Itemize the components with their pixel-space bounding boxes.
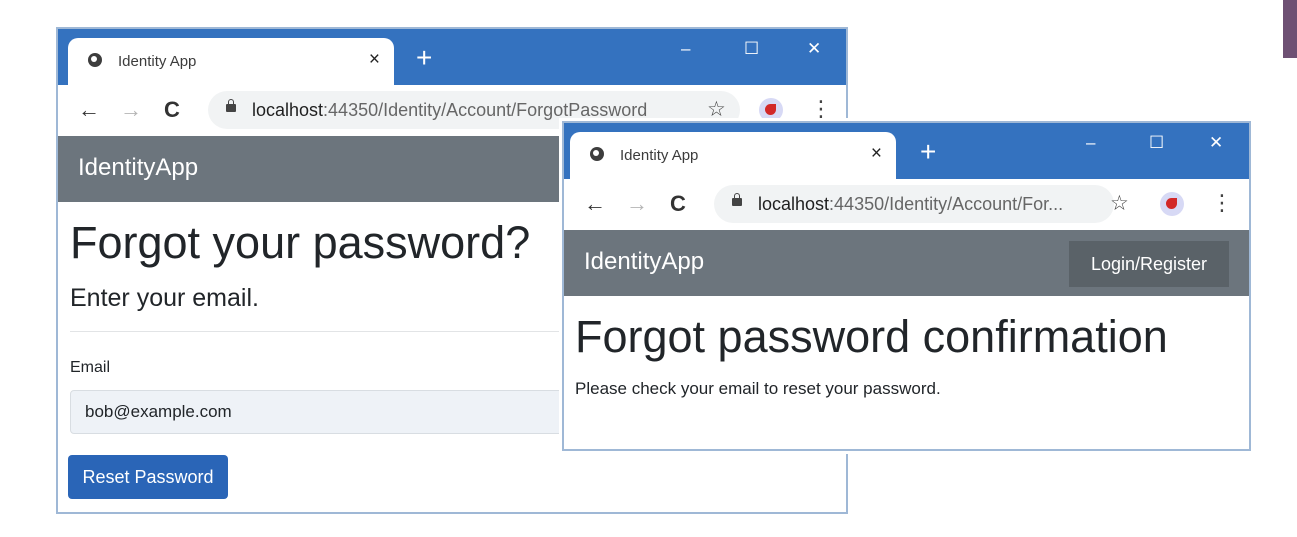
tab-title: Identity App <box>620 147 699 164</box>
maximize-button[interactable]: ☐ <box>1149 133 1164 153</box>
new-tab-button[interactable]: + <box>416 43 432 73</box>
tab-close-icon[interactable]: × <box>871 142 882 166</box>
browser-tab[interactable]: Identity App × <box>570 132 896 179</box>
forward-arrow-icon[interactable]: → <box>120 97 142 123</box>
browser-menu-icon[interactable]: ⋮ <box>1211 190 1233 216</box>
bookmark-star-icon[interactable]: ☆ <box>707 97 726 123</box>
profile-avatar-icon[interactable] <box>759 98 783 122</box>
close-window-button[interactable]: ✕ <box>807 39 821 59</box>
url-text: localhost:44350/Identity/Account/ForgotP… <box>252 100 648 120</box>
browser-window-confirmation: Identity App × + – ☐ ✕ ← → C localhost:4… <box>562 121 1251 451</box>
url-field[interactable]: localhost:44350/Identity/Account/For... <box>714 185 1114 223</box>
brand-link[interactable]: IdentityApp <box>584 248 704 276</box>
back-arrow-icon[interactable]: ← <box>78 97 100 123</box>
page-title: Forgot password confirmation <box>575 311 1168 362</box>
minimize-button[interactable]: – <box>1086 133 1095 153</box>
email-label: Email <box>70 359 111 376</box>
confirmation-message: Please check your email to reset your pa… <box>575 379 941 398</box>
corner-tab <box>1283 0 1297 58</box>
title-bar: Identity App × + – ☐ ✕ <box>58 29 846 85</box>
tab-title: Identity App <box>118 53 197 70</box>
reload-icon[interactable]: C <box>164 97 180 123</box>
page-title: Forgot your password? <box>70 217 531 268</box>
profile-avatar-icon[interactable] <box>1160 192 1184 216</box>
reload-icon[interactable]: C <box>670 191 686 217</box>
address-bar: ← → C localhost:44350/Identity/Account/F… <box>564 179 1249 230</box>
bookmark-star-icon[interactable]: ☆ <box>1110 191 1129 217</box>
new-tab-button[interactable]: + <box>920 137 936 167</box>
tab-close-icon[interactable]: × <box>369 48 380 72</box>
back-arrow-icon[interactable]: ← <box>584 191 606 217</box>
browser-menu-icon[interactable]: ⋮ <box>810 96 832 122</box>
forward-arrow-icon[interactable]: → <box>626 191 648 217</box>
site-navbar: IdentityApp Login/Register <box>564 230 1249 296</box>
page-subtitle: Enter your email. <box>70 284 259 312</box>
reset-password-button[interactable]: Reset Password <box>68 455 228 499</box>
globe-icon <box>590 147 604 161</box>
login-register-button[interactable]: Login/Register <box>1069 241 1229 287</box>
maximize-button[interactable]: ☐ <box>744 39 759 59</box>
close-window-button[interactable]: ✕ <box>1209 133 1223 153</box>
browser-tab[interactable]: Identity App × <box>68 38 394 85</box>
minimize-button[interactable]: – <box>681 39 690 59</box>
url-text: localhost:44350/Identity/Account/For... <box>758 194 1064 214</box>
title-bar: Identity App × + – ☐ ✕ <box>564 123 1249 179</box>
brand-link[interactable]: IdentityApp <box>78 154 198 182</box>
globe-icon <box>88 53 102 67</box>
lock-icon <box>732 193 742 206</box>
lock-icon <box>226 99 236 112</box>
